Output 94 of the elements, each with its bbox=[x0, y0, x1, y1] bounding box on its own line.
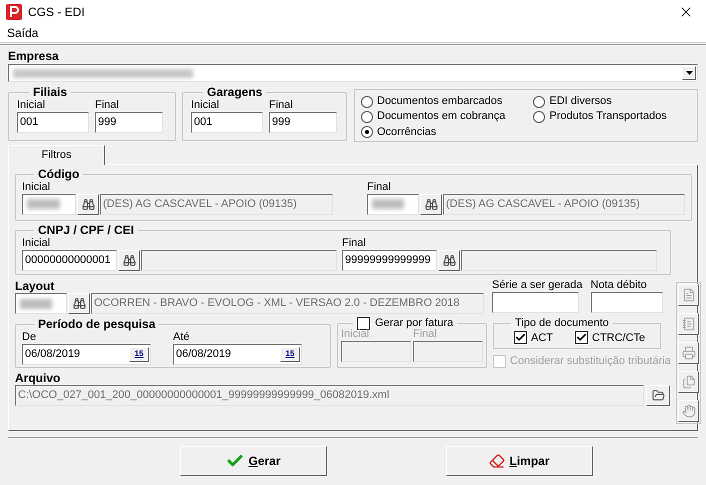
checkbox[interactable] bbox=[514, 331, 527, 344]
binoculars-icon bbox=[424, 198, 438, 210]
eraser-icon bbox=[489, 452, 506, 468]
checkbox-label: CTRC/CTe bbox=[592, 330, 646, 346]
field-label: Inicial bbox=[22, 236, 52, 250]
blurred-value bbox=[367, 194, 419, 214]
search-button[interactable] bbox=[420, 194, 442, 214]
toolbar-button[interactable] bbox=[678, 342, 699, 364]
field-label: Final bbox=[269, 98, 294, 112]
field-label: De bbox=[22, 330, 38, 344]
toolbar-button[interactable] bbox=[678, 313, 699, 335]
date-field[interactable]: 06/08/2019 15 bbox=[173, 344, 302, 364]
group-title: Período de pesquisa bbox=[38, 317, 156, 331]
dropdown-arrow-icon bbox=[686, 71, 692, 75]
input-field[interactable]: 001 bbox=[191, 112, 263, 132]
field-label: Inicial bbox=[22, 180, 52, 194]
field-label: Layout bbox=[15, 279, 56, 293]
menu-item[interactable]: Saída bbox=[4, 24, 42, 42]
folder-icon bbox=[652, 388, 664, 402]
radio-label: Produtos Transportados bbox=[549, 110, 667, 124]
description-field[interactable]: (DES) AG CASCAVEL - APOIO (09135) bbox=[100, 194, 333, 214]
radio-label: EDI diversos bbox=[549, 95, 612, 108]
checkbox-label: Considerar substituição tributária bbox=[510, 354, 671, 369]
checkbox-label: Gerar por fatura bbox=[375, 316, 454, 329]
field-label: Inicial bbox=[341, 328, 370, 340]
field-label: Inicial bbox=[191, 98, 220, 112]
binoculars-icon bbox=[122, 254, 136, 266]
binoculars-icon bbox=[72, 297, 86, 310]
radio-button[interactable] bbox=[361, 96, 373, 108]
field-label: Nota débito bbox=[590, 279, 648, 292]
field-label: Inicial bbox=[17, 98, 46, 112]
search-button[interactable] bbox=[68, 293, 90, 314]
radio-button[interactable] bbox=[361, 126, 373, 138]
group-title: Garagens bbox=[207, 85, 262, 99]
input-field[interactable]: 001 bbox=[17, 112, 89, 132]
browse-button[interactable] bbox=[646, 384, 670, 406]
toolbar-button[interactable] bbox=[678, 400, 699, 422]
tab[interactable]: Filtros bbox=[8, 145, 105, 165]
binoculars-icon bbox=[442, 254, 456, 266]
printer-icon bbox=[682, 346, 696, 360]
search-button[interactable] bbox=[118, 250, 140, 270]
input-field[interactable]: 999 bbox=[269, 112, 337, 132]
checkbox[interactable] bbox=[357, 316, 370, 330]
input-field[interactable]: 999 bbox=[95, 112, 163, 132]
description-field[interactable]: OCORREN - BRAVO - EVOLOG - XML - VERSAO 2.0 - DEZEMBRO 2018 bbox=[91, 293, 484, 314]
generate-button[interactable]: Gerar bbox=[180, 446, 327, 476]
search-button[interactable] bbox=[438, 250, 460, 270]
toolbar-button[interactable] bbox=[678, 371, 699, 393]
blurred-value bbox=[15, 293, 67, 314]
group-title: Código bbox=[38, 167, 80, 181]
description-field[interactable] bbox=[141, 250, 337, 270]
radio-label: Ocorrências bbox=[377, 126, 436, 139]
field-label: Final bbox=[342, 236, 367, 250]
input-field[interactable]: 99999999999999 bbox=[342, 250, 437, 270]
input-field[interactable] bbox=[492, 292, 579, 313]
group-title: CNPJ / CPF / CEI bbox=[38, 223, 134, 237]
calendar-button[interactable]: 15 bbox=[280, 346, 300, 362]
field-label: Série a ser gerada bbox=[492, 279, 582, 292]
input-field[interactable] bbox=[341, 340, 411, 362]
app-logo-icon bbox=[6, 4, 22, 20]
radio-label: Documentos embarcados bbox=[377, 95, 502, 108]
binoculars-icon bbox=[82, 198, 94, 210]
radio-button[interactable] bbox=[533, 96, 546, 108]
description-field[interactable] bbox=[461, 250, 657, 270]
input-field[interactable]: 00000000000001 bbox=[22, 250, 117, 270]
group-title: Tipo de documento bbox=[515, 317, 609, 329]
documents-icon bbox=[682, 375, 696, 389]
calendar-button[interactable]: 15 bbox=[129, 346, 149, 362]
radio-label: Documentos em cobrança bbox=[377, 110, 506, 124]
company-dropdown[interactable] bbox=[8, 64, 698, 82]
field-label: Final bbox=[413, 328, 438, 340]
file-path-field[interactable]: C:\OCO_027_001_200_00000000000001_99999999999999_06082019.xml bbox=[15, 384, 644, 406]
document-icon bbox=[682, 288, 696, 302]
blurred-value bbox=[22, 194, 76, 214]
clear-button[interactable]: Limpar bbox=[446, 446, 593, 476]
description-field[interactable]: (DES) AG CASCAVEL - APOIO (09135) bbox=[443, 194, 685, 214]
toolbar-button[interactable] bbox=[678, 284, 699, 306]
field-label: Arquivo bbox=[15, 370, 62, 384]
date-field[interactable]: 06/08/2019 15 bbox=[22, 344, 151, 364]
radio-button[interactable] bbox=[533, 110, 546, 123]
radio-button[interactable] bbox=[361, 110, 373, 123]
checkbox-label: ACT bbox=[531, 330, 553, 346]
field-label: Final bbox=[367, 180, 392, 194]
checkbox[interactable] bbox=[575, 331, 588, 344]
group-title: Filiais bbox=[33, 85, 68, 99]
window-title: CGS - EDI bbox=[28, 4, 85, 21]
notepad-icon bbox=[682, 317, 696, 331]
search-button[interactable] bbox=[77, 194, 99, 214]
hand-icon bbox=[682, 404, 696, 418]
input-field[interactable] bbox=[590, 292, 662, 313]
field-label: Final bbox=[95, 98, 120, 112]
input-field[interactable] bbox=[413, 340, 483, 362]
field-label: Empresa bbox=[8, 49, 60, 64]
field-label: Até bbox=[173, 330, 191, 344]
